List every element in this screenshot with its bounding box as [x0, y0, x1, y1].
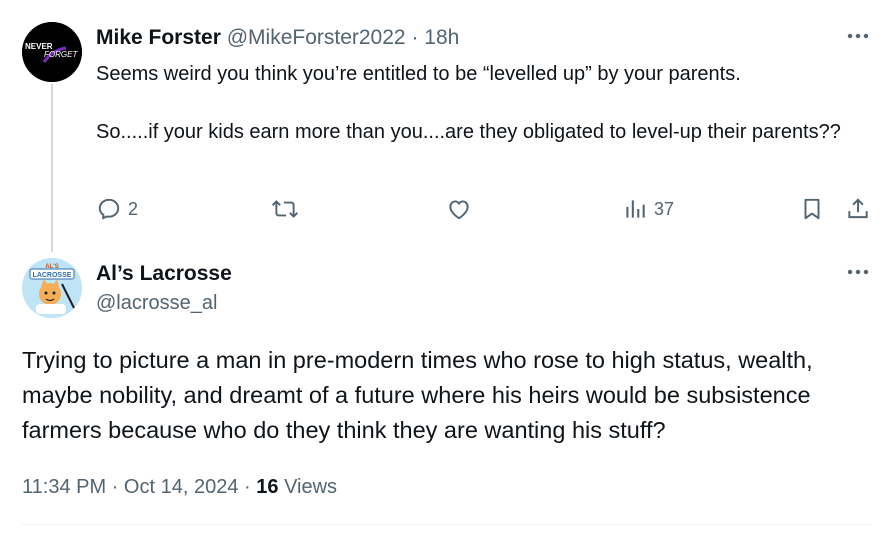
- action-bar: 2 37: [0, 196, 888, 222]
- more-options-icon[interactable]: [846, 267, 870, 277]
- views-label: Views: [284, 476, 338, 498]
- reply-text: Seems weird you think you’re entitled to…: [96, 60, 856, 147]
- heart-icon: [449, 200, 469, 220]
- tweet-meta: 11:34 PM · Oct 14, 2024 · 16 Views: [22, 476, 337, 499]
- user-name[interactable]: Al’s Lacrosse: [96, 262, 232, 286]
- reply-paragraph: Seems weird you think you’re entitled to…: [96, 63, 741, 85]
- share-icon: [848, 198, 868, 219]
- divider: [22, 524, 872, 525]
- reply-paragraph: So.....if your kids earn more than you..…: [96, 121, 841, 143]
- analytics-icon: [626, 200, 645, 218]
- reply-header: Mike Forster @MikeForster2022 · 18h: [96, 26, 459, 50]
- user-name[interactable]: Mike Forster: [96, 26, 221, 49]
- more-options-icon[interactable]: [846, 31, 870, 41]
- avatar-text-line-1: AL'S: [45, 264, 58, 270]
- reply-icon: [98, 198, 120, 220]
- tweet-date[interactable]: Oct 14, 2024: [124, 476, 239, 498]
- reply-button[interactable]: 2: [96, 196, 138, 222]
- like-button[interactable]: [446, 196, 472, 222]
- thread-line: [51, 84, 53, 252]
- views-count: 37: [654, 198, 675, 219]
- separator: ·: [244, 476, 251, 498]
- tweet-text: Trying to picture a man in pre-modern ti…: [22, 347, 813, 443]
- avatar-image: AL'S LACROSSE: [22, 258, 82, 318]
- tweet-time[interactable]: 11:34 PM: [22, 476, 106, 498]
- retweet-icon: [271, 200, 299, 218]
- user-handle[interactable]: @lacrosse_al: [96, 292, 217, 315]
- views-button[interactable]: 37: [622, 196, 674, 222]
- separator: ·: [111, 476, 119, 498]
- timestamp[interactable]: 18h: [424, 26, 459, 49]
- share-button[interactable]: [845, 196, 871, 222]
- avatar-image: NEVER FORGET: [22, 22, 82, 82]
- avatar[interactable]: NEVER FORGET: [22, 22, 82, 82]
- user-handle[interactable]: @MikeForster2022: [227, 26, 406, 49]
- avatar-text-line-2: LACROSSE: [33, 272, 72, 279]
- avatar[interactable]: AL'S LACROSSE: [22, 258, 82, 318]
- bookmark-button[interactable]: [799, 196, 825, 222]
- reply-count: 2: [128, 198, 139, 219]
- views-count: 16: [256, 476, 279, 498]
- bookmark-icon: [804, 198, 820, 220]
- separator: ·: [411, 26, 419, 49]
- retweet-button[interactable]: [271, 196, 299, 222]
- avatar-text-line-2: FORGET: [44, 50, 78, 59]
